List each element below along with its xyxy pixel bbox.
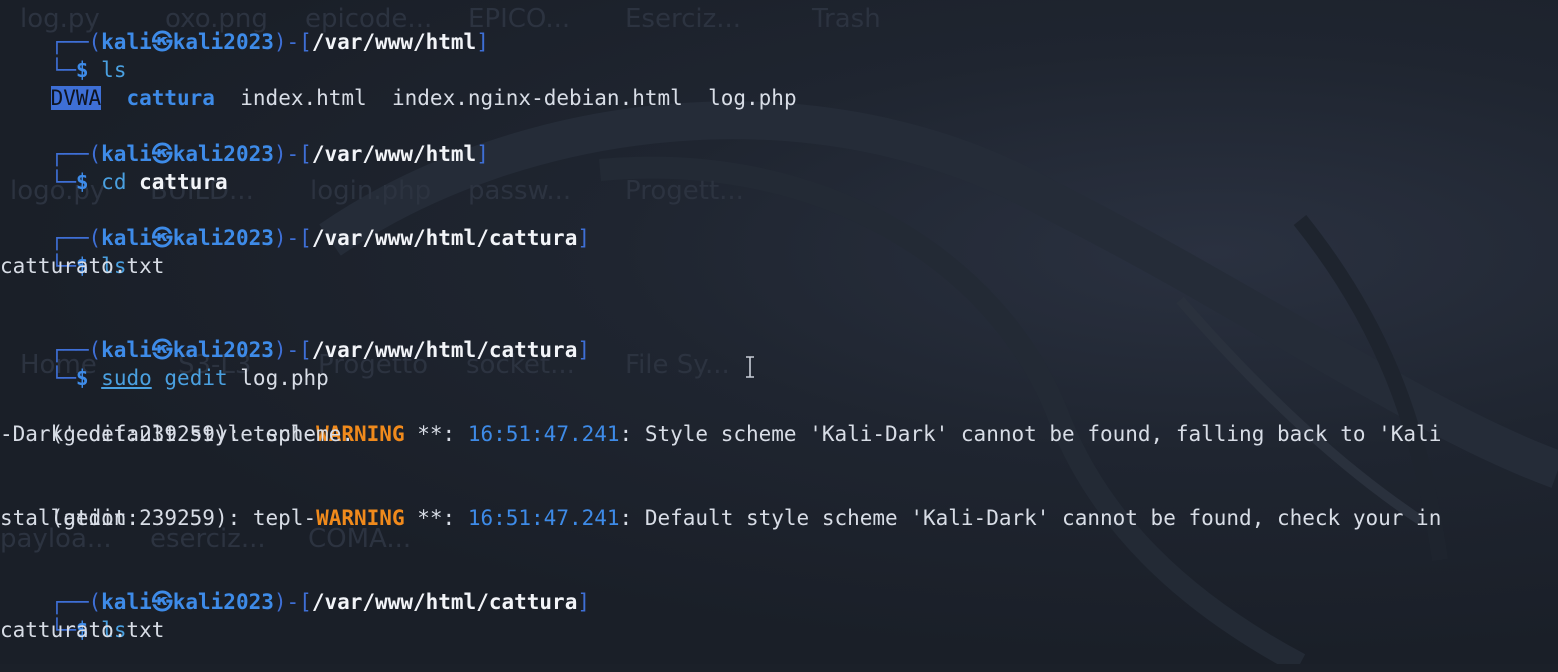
kali-dragon-icon: ㉿ [151,226,173,250]
terminal-output[interactable]: ┌──(kali㉿kali2023)-[/var/www/html] └─$ l… [0,0,1558,664]
command-line: └─$ cd cattura [50,170,228,194]
prompt-header: ┌──(kali㉿kali2023)-[/var/www/html/cattur… [50,590,590,614]
kali-dragon-icon: ㉿ [151,590,173,614]
prompt-header: ┌──(kali㉿kali2023)-[/var/www/html] [50,142,489,166]
ls-output: catturato.txt [0,618,165,642]
command-line: └─$ ls [50,618,127,642]
warning-line-continued: -Dark' default style scheme. [0,422,355,446]
directory-entry: cattura [126,86,215,110]
command-line: └─$ ls [50,58,127,82]
prompt-header: ┌──(kali㉿kali2023)-[/var/www/html/cattur… [50,226,590,250]
ls-output: catturato.txt [0,254,165,278]
kali-dragon-icon: ㉿ [151,30,173,54]
ls-output: DVWA cattura index.html index.nginx-debi… [0,56,797,110]
command-line: └─$ sudo gedit log.php [50,366,329,390]
directory-entry: DVWA [50,86,102,110]
prompt-header: ┌──(kali㉿kali2023)-[/var/www/html] [50,30,489,54]
prompt-header: ┌──(kali㉿kali2023)-[/var/www/html/cattur… [50,338,590,362]
warning-line: (gedit:239259): tepl-WARNING **: 16:51:4… [50,506,1442,530]
command-line: └─$ ls [50,254,127,278]
warning-line: (gedit:239259): tepl-WARNING **: 16:51:4… [50,422,1442,446]
file-entry: index.nginx-debian.html [392,86,683,110]
text-cursor-icon [746,356,754,378]
file-entry: index.html [240,86,367,110]
file-entry: log.php [708,86,797,110]
warning-line-continued: stallation. [0,506,140,530]
